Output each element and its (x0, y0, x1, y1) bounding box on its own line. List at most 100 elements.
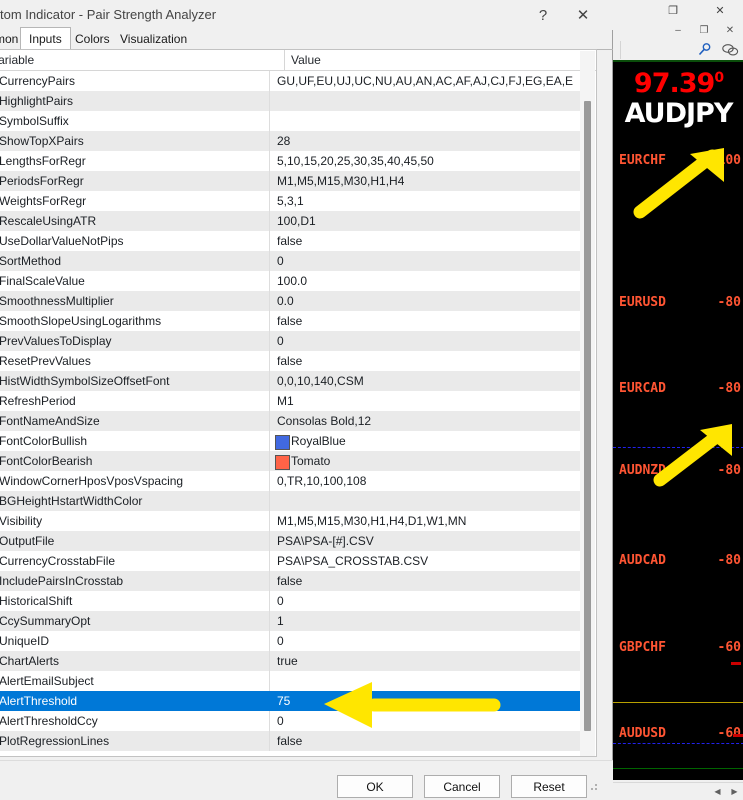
parameter-value[interactable]: GU,UF,EU,UJ,UC,NU,AU,AN,AC,AF,AJ,CJ,FJ,E… (277, 74, 573, 88)
table-row[interactable]: CcySummaryOpt 1 (0, 611, 581, 631)
parameter-value[interactable]: 0 (277, 594, 284, 608)
table-row[interactable]: WeightsForRegr 5,3,1 (0, 191, 581, 211)
table-row[interactable]: HistoricalShift 0 (0, 591, 581, 611)
parameter-value[interactable]: 0 (277, 254, 284, 268)
table-row[interactable]: ChartAlerts true (0, 651, 581, 671)
parameter-value[interactable]: PSA\PSA_CROSSTAB.CSV (277, 554, 428, 568)
parameter-value[interactable]: Tomato (291, 454, 330, 468)
mdi-restore-icon[interactable]: ❐ (691, 21, 717, 39)
table-row[interactable]: FontColorBearish Tomato (0, 451, 581, 471)
parameter-value[interactable]: 0,0,10,140,CSM (277, 374, 364, 388)
terminal-restore-icon[interactable]: ❐ (658, 0, 688, 20)
table-row[interactable]: OutputFile PSA\PSA-[#].CSV (0, 531, 581, 551)
resize-grip[interactable] (589, 782, 599, 792)
table-row[interactable]: PlotRegressionLines false (0, 731, 581, 751)
parameter-value[interactable]: RoyalBlue (291, 434, 346, 448)
color-swatch[interactable] (275, 455, 290, 470)
table-row[interactable]: FontColorBullish RoyalBlue (0, 431, 581, 451)
chart-pair-row: GBPCHF -60 (619, 639, 741, 655)
color-swatch[interactable] (275, 435, 290, 450)
parameter-value[interactable]: true (277, 654, 298, 668)
chart-pair-row: EURCHF -100 (619, 152, 741, 168)
table-row[interactable]: LengthsForRegr 5,10,15,20,25,30,35,40,45,… (0, 151, 581, 171)
parameter-value[interactable]: false (277, 314, 302, 328)
parameter-name: ChartAlerts (0, 654, 60, 668)
chat-bubbles-icon[interactable] (717, 41, 743, 59)
mdi-minimize-icon[interactable]: – (665, 21, 691, 39)
scroll-right-arrow-icon[interactable]: ▶ (726, 784, 743, 799)
row-column-divider (269, 491, 270, 511)
parameter-value[interactable]: 0 (277, 634, 284, 648)
table-row[interactable]: Visibility M1,M5,M15,M30,H1,H4,D1,W1,MN (0, 511, 581, 531)
mdi-close-icon[interactable]: ✕ (717, 21, 743, 39)
table-row[interactable]: AlertEmailSubject (0, 671, 581, 691)
parameter-value[interactable]: false (277, 734, 302, 748)
parameter-value[interactable]: false (277, 234, 302, 248)
table-row[interactable]: CurrencyCrosstabFile PSA\PSA_CROSSTAB.CSV (0, 551, 581, 571)
parameter-value[interactable]: 100,D1 (277, 214, 316, 228)
parameter-value[interactable]: Consolas Bold,12 (277, 414, 371, 428)
parameter-value[interactable]: 0.0 (277, 294, 294, 308)
help-icon[interactable]: ? (529, 3, 557, 27)
row-column-divider (269, 611, 270, 631)
tab-inputs[interactable]: Inputs (20, 27, 71, 50)
table-row[interactable]: HighlightPairs (0, 91, 581, 111)
table-row[interactable]: FinalScaleValue 100.0 (0, 271, 581, 291)
chart-level-line (613, 447, 743, 448)
close-icon[interactable]: ✕ (567, 3, 599, 27)
table-row[interactable]: UniqueID 0 (0, 631, 581, 651)
parameter-name: HistWidthSymbolSizeOffsetFont (0, 374, 170, 388)
table-row[interactable]: ResetPrevValues false (0, 351, 581, 371)
parameter-value[interactable]: 75 (277, 694, 290, 708)
parameters-vertical-scrollbar[interactable] (580, 51, 595, 756)
reset-button[interactable]: Reset (511, 775, 587, 798)
chart-pair-row: EURCAD -80 (619, 380, 741, 396)
chart-pair-row: AUDNZD -80 (619, 462, 741, 478)
chart-horizontal-scrollbar[interactable]: ◀ ▶ (612, 782, 743, 800)
parameter-value[interactable]: M1,M5,M15,M30,H1,H4,D1,W1,MN (277, 514, 466, 528)
table-row[interactable]: RescaleUsingATR 100,D1 (0, 211, 581, 231)
table-row[interactable]: SortMethod 0 (0, 251, 581, 271)
table-row[interactable]: PeriodsForRegr M1,M5,M15,M30,H1,H4 (0, 171, 581, 191)
table-row[interactable]: HistWidthSymbolSizeOffsetFont 0,0,10,140,… (0, 371, 581, 391)
terminal-close-icon[interactable]: ✕ (705, 0, 735, 20)
table-row[interactable]: AlertThreshold 75 (0, 691, 581, 711)
ok-button[interactable]: OK (337, 775, 413, 798)
dialog-tabstrip: mmonInputsColorsVisualization (0, 27, 613, 50)
parameter-value[interactable]: false (277, 354, 302, 368)
scroll-left-arrow-icon[interactable]: ◀ (709, 784, 726, 799)
dialog-button-bar: OK Cancel Reset (0, 760, 613, 800)
table-row[interactable]: SymbolSuffix (0, 111, 581, 131)
parameter-value[interactable]: 100.0 (277, 274, 307, 288)
parameter-value[interactable]: 5,10,15,20,25,30,35,40,45,50 (277, 154, 434, 168)
tab-visualization[interactable]: Visualization (112, 29, 195, 49)
parameter-value[interactable]: M1,M5,M15,M30,H1,H4 (277, 174, 404, 188)
scrollbar-thumb[interactable] (584, 101, 591, 731)
table-row[interactable]: IncludePairsInCrosstab false (0, 571, 581, 591)
parameter-value[interactable]: false (277, 574, 302, 588)
parameter-value[interactable]: 0 (277, 334, 284, 348)
table-row[interactable]: CurrencyPairs GU,UF,EU,UJ,UC,NU,AU,AN,AC,… (0, 71, 581, 91)
table-row[interactable]: SmoothSlopeUsingLogarithms false (0, 311, 581, 331)
parameter-value[interactable]: 0 (277, 714, 284, 728)
magnifier-icon[interactable] (691, 41, 717, 59)
parameter-value[interactable]: 5,3,1 (277, 194, 304, 208)
parameter-value[interactable]: PSA\PSA-[#].CSV (277, 534, 374, 548)
table-row[interactable]: ShowTopXPairs 28 (0, 131, 581, 151)
tab-colors[interactable]: Colors (67, 29, 118, 49)
price-chart[interactable]: 97.390 AUDJPY EURCHF -100 EURUSD -80 EURCAD -… (612, 60, 743, 780)
table-row[interactable]: BGHeightHstartWidthColor (0, 491, 581, 511)
parameter-value[interactable]: M1 (277, 394, 294, 408)
table-row[interactable]: UseDollarValueNotPips false (0, 231, 581, 251)
parameter-value[interactable]: 0,TR,10,100,108 (277, 474, 366, 488)
parameter-value[interactable]: 28 (277, 134, 290, 148)
table-row[interactable]: SmoothnessMultiplier 0.0 (0, 291, 581, 311)
parameter-value[interactable]: 1 (277, 614, 284, 628)
row-column-divider (269, 651, 270, 671)
table-row[interactable]: FontNameAndSize Consolas Bold,12 (0, 411, 581, 431)
table-row[interactable]: RefreshPeriod M1 (0, 391, 581, 411)
table-row[interactable]: WindowCornerHposVposVspacing 0,TR,10,100,… (0, 471, 581, 491)
table-row[interactable]: PrevValuesToDisplay 0 (0, 331, 581, 351)
cancel-button[interactable]: Cancel (424, 775, 500, 798)
table-row[interactable]: AlertThresholdCcy 0 (0, 711, 581, 731)
